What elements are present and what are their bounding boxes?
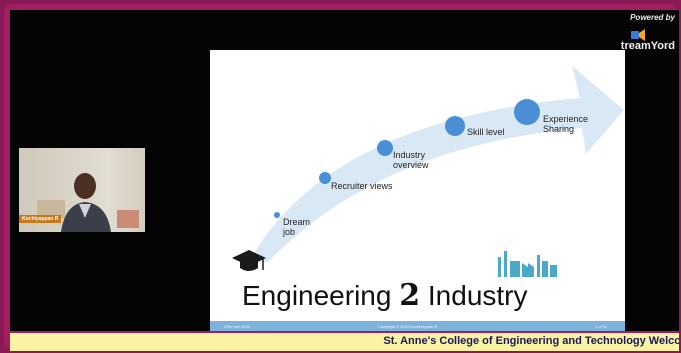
- ticker-text: St. Anne's College of Engineering and Te…: [383, 335, 679, 347]
- slide-title: Engineering 2 Industry: [242, 278, 528, 313]
- stream-stage: Powered by treamYord Kochiyappan R Dream…: [10, 10, 679, 331]
- milestone-dot-4: [445, 116, 465, 136]
- slide-footer-page: 1 of 11: [595, 324, 607, 329]
- slide-footer-copyright: Copyright © 2020 Kochiyappan R: [378, 324, 438, 329]
- slide-footer: 29th Nov 2020 Copyright © 2020 Kochiyapp…: [210, 321, 625, 331]
- milestone-dot-2: [319, 172, 331, 184]
- participant-video[interactable]: Kochiyappan R: [19, 148, 145, 232]
- milestone-label-experience-sharing: Experience Sharing: [543, 114, 589, 134]
- participant-name-tag: Kochiyappan R: [19, 215, 62, 223]
- milestone-dot-3: [377, 140, 393, 156]
- slide-title-right: Industry: [427, 280, 528, 311]
- milestone-label-skill-level: Skill level: [467, 127, 505, 137]
- powered-by-label: Powered by: [630, 13, 675, 22]
- slide-footer-date: 29th Nov 2020: [224, 324, 251, 329]
- ticker-banner: St. Anne's College of Engineering and Te…: [10, 333, 679, 351]
- stream-frame: Powered by treamYord Kochiyappan R Dream…: [4, 4, 679, 351]
- streamyard-logo-icon: [631, 29, 645, 41]
- slide-title-left: Engineering: [242, 280, 392, 311]
- milestone-dot-1: [274, 212, 280, 218]
- milestone-label-industry-overview: Industry overview: [393, 150, 429, 170]
- industry-icon: [498, 251, 557, 277]
- milestone-label-dream-job: Dream job: [283, 217, 311, 237]
- milestone-dot-5: [514, 99, 540, 125]
- milestone-label-recruiter-views: Recruiter views: [331, 181, 393, 191]
- shared-slide: Dream job Recruiter views Industry overv…: [210, 50, 625, 331]
- graduation-cap-icon: [232, 250, 266, 271]
- slide-title-number: 2: [399, 278, 421, 313]
